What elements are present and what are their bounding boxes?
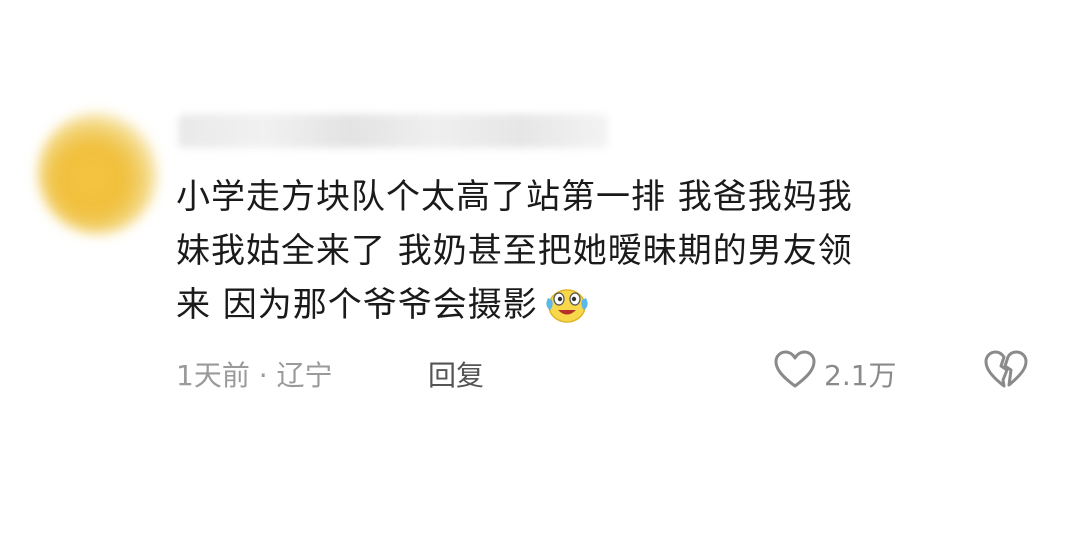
like-button[interactable]: 2.1万 <box>774 350 897 397</box>
laughing-crying-emoji <box>544 284 590 340</box>
avatar[interactable] <box>38 112 158 234</box>
comment-line: 妹我姑全来了 我奶甚至把她暧昧期的男友领 <box>176 231 853 271</box>
like-count: 2.1万 <box>824 358 897 392</box>
separator-dot: · <box>258 359 268 392</box>
comment-time: 1天前 <box>176 359 250 392</box>
dislike-button[interactable] <box>984 350 1028 397</box>
broken-heart-icon <box>984 350 1028 397</box>
comment-line-text: 来 因为那个爷爷会摄影 <box>176 285 538 325</box>
comment-location: 辽宁 <box>276 359 333 392</box>
comment-line: 来 因为那个爷爷会摄影 <box>176 278 1026 340</box>
comment-text: 小学走方块队个太高了站第一排 我爸我妈我 妹我姑全来了 我奶甚至把她暧昧期的男友… <box>176 170 1026 340</box>
heart-outline-icon <box>774 350 816 397</box>
comment-line: 小学走方块队个太高了站第一排 我爸我妈我 <box>176 177 853 217</box>
username-redacted[interactable] <box>178 114 608 148</box>
time-location: 1天前 · 辽宁 <box>176 354 333 394</box>
reply-button[interactable]: 回复 <box>428 354 484 394</box>
comment-item: 小学走方块队个太高了站第一排 我爸我妈我 妹我姑全来了 我奶甚至把她暧昧期的男友… <box>0 0 1080 540</box>
comment-meta: 1天前 · 辽宁 回复 2.1万 <box>176 350 1080 394</box>
